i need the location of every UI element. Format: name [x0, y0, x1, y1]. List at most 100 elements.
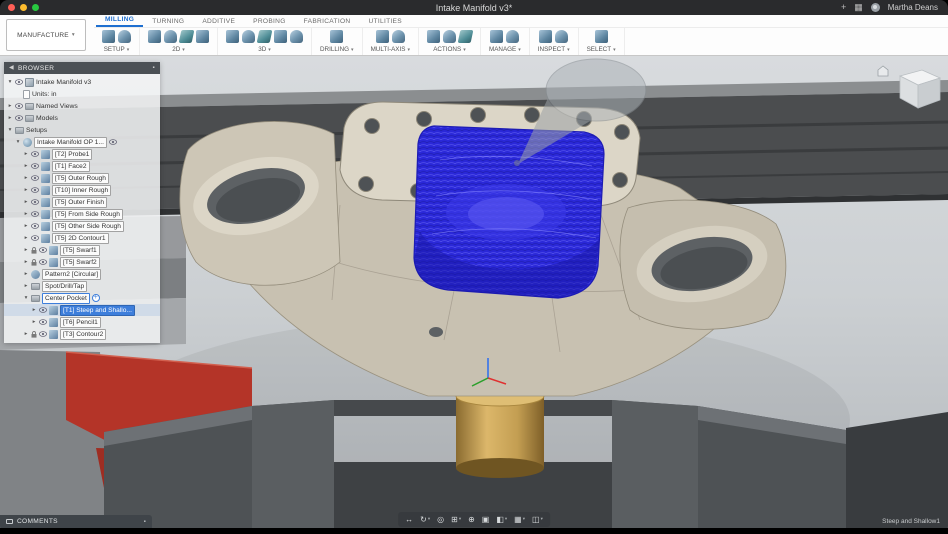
- expand-arrow-icon[interactable]: ▸: [23, 151, 29, 157]
- tab-additive[interactable]: ADDITIVE: [193, 18, 244, 27]
- browser-item-label[interactable]: [T5] Other Side Rough: [52, 221, 124, 232]
- swarf-icon[interactable]: [376, 30, 389, 43]
- tab-probing[interactable]: PROBING: [244, 18, 295, 27]
- close-button[interactable]: [8, 4, 15, 11]
- browser-item-label[interactable]: Setups: [26, 127, 47, 134]
- browser-row[interactable]: ▾Intake Manifold v3: [4, 76, 160, 88]
- expand-arrow-icon[interactable]: ▸: [23, 283, 29, 289]
- group-label-2d[interactable]: 2D▾: [172, 46, 185, 53]
- expand-arrow-icon[interactable]: ▾: [7, 127, 13, 133]
- browser-row[interactable]: ▸ Spot/Drill/Tap: [4, 280, 160, 292]
- post-process-icon[interactable]: [443, 30, 456, 43]
- browser-row[interactable]: ▸[T10] Inner Rough: [4, 184, 160, 196]
- tab-utilities[interactable]: UTILITIES: [359, 18, 410, 27]
- browser-item-label[interactable]: Pattern2 [Circular]: [42, 269, 101, 280]
- browser-row[interactable]: ▸[T5] Outer Finish: [4, 196, 160, 208]
- browser-item-label[interactable]: [T3] Contour2: [60, 329, 106, 340]
- visibility-eye-icon[interactable]: [31, 211, 39, 217]
- orbit-icon[interactable]: ↻▾: [420, 516, 430, 524]
- browser-item-label[interactable]: [T5] 2D Contour1: [52, 233, 109, 244]
- expand-arrow-icon[interactable]: ▸: [31, 319, 37, 325]
- simulate-icon[interactable]: [427, 30, 440, 43]
- tool-library-icon[interactable]: [490, 30, 503, 43]
- user-name[interactable]: Martha Deans: [888, 3, 938, 12]
- minimize-button[interactable]: [20, 4, 27, 11]
- fullscreen-button[interactable]: [32, 4, 39, 11]
- workspace-selector[interactable]: MANUFACTURE ▾: [6, 19, 86, 51]
- browser-item-label[interactable]: Named Views: [36, 103, 78, 110]
- tab-fabrication[interactable]: FABRICATION: [295, 18, 360, 27]
- visibility-eye-icon[interactable]: [31, 151, 39, 157]
- parallel-icon[interactable]: [257, 30, 273, 43]
- riser-cylinder[interactable]: [456, 386, 544, 478]
- browser-row[interactable]: ▸ [T2] Probe1: [4, 148, 160, 160]
- expand-arrow-icon[interactable]: ▸: [7, 103, 13, 109]
- browser-row[interactable]: ▸Models: [4, 112, 160, 124]
- pin-icon[interactable]: ▪: [152, 65, 155, 71]
- look-at-icon[interactable]: ◎: [437, 516, 444, 524]
- drill-icon[interactable]: [330, 30, 343, 43]
- collapse-browser-icon[interactable]: ◀: [9, 65, 14, 71]
- browser-row[interactable]: ▸ Pattern2 [Circular]: [4, 268, 160, 280]
- group-label-drilling[interactable]: DRILLING▾: [320, 46, 354, 53]
- fit-icon[interactable]: ▣: [482, 516, 490, 524]
- grid-settings-icon[interactable]: ▦▾: [514, 516, 525, 524]
- expand-arrow-icon[interactable]: ▾: [15, 139, 21, 145]
- plus-icon[interactable]: +: [841, 3, 846, 12]
- browser-row[interactable]: ▸[T1] Face2: [4, 160, 160, 172]
- expand-arrow-icon[interactable]: ▸: [23, 271, 29, 277]
- browser-item-label[interactable]: Center Pocket: [42, 293, 90, 304]
- visibility-eye-icon[interactable]: [31, 199, 39, 205]
- face-icon[interactable]: [148, 30, 161, 43]
- 2d-pocket-icon[interactable]: [164, 30, 177, 43]
- expand-arrow-icon[interactable]: ▸: [23, 187, 29, 193]
- viewports-icon[interactable]: ◫▾: [532, 516, 543, 524]
- expand-arrow-icon[interactable]: ▸: [23, 211, 29, 217]
- measure-icon[interactable]: [539, 30, 552, 43]
- browser-row[interactable]: ▸[T5] From Side Rough: [4, 208, 160, 220]
- group-label-setup[interactable]: SETUP▾: [104, 46, 130, 53]
- browser-row[interactable]: Units: in: [4, 88, 160, 100]
- browser-item-label[interactable]: [T5] Swarf2: [60, 257, 100, 268]
- browser-item-label[interactable]: [T2] Probe1: [52, 149, 92, 160]
- expand-arrow-icon[interactable]: ▸: [23, 259, 29, 265]
- browser-row[interactable]: ▾Intake Manifold OP 1...: [4, 136, 160, 148]
- pocket-clearing-icon[interactable]: [242, 30, 255, 43]
- visibility-eye-icon[interactable]: [15, 103, 23, 109]
- visibility-eye-icon[interactable]: [31, 175, 39, 181]
- browser-row[interactable]: ▸ Named Views: [4, 100, 160, 112]
- visibility-eye-icon[interactable]: [39, 331, 47, 337]
- multi-axis-contour-icon[interactable]: [392, 30, 405, 43]
- display-settings-icon[interactable]: ◧▾: [496, 516, 507, 524]
- scallop-icon[interactable]: [274, 30, 287, 43]
- tab-turning[interactable]: TURNING: [143, 18, 193, 27]
- browser-row[interactable]: ▾ Setups: [4, 124, 160, 136]
- visibility-eye-icon[interactable]: [15, 115, 23, 121]
- toolpath-region[interactable]: [414, 126, 604, 298]
- machine-slab-right[interactable]: [846, 412, 948, 528]
- group-label-select[interactable]: SELECT▾: [587, 46, 616, 53]
- browser-item-label[interactable]: [T1] Steep and Shallo...: [60, 305, 135, 316]
- browser-row[interactable]: ▸ [T5] 2D Contour1: [4, 232, 160, 244]
- apps-grid-icon[interactable]: ▦: [854, 3, 863, 12]
- browser-item-label[interactable]: [T6] Pencil1: [60, 317, 101, 328]
- visibility-eye-icon[interactable]: [31, 163, 39, 169]
- expand-arrow-icon[interactable]: ▸: [23, 235, 29, 241]
- avatar[interactable]: [871, 3, 880, 12]
- expand-arrow-icon[interactable]: ▸: [23, 331, 29, 337]
- expand-arrow-icon[interactable]: ▾: [23, 295, 29, 301]
- expand-arrow-icon[interactable]: ▸: [23, 247, 29, 253]
- slot-icon[interactable]: [196, 30, 209, 43]
- zoom-window-icon[interactable]: ⊞▾: [451, 516, 461, 524]
- browser-row[interactable]: ▸ [T5] Swarf2: [4, 256, 160, 268]
- browser-item-label[interactable]: [T5] Outer Finish: [52, 197, 107, 208]
- visibility-eye-icon[interactable]: [15, 79, 23, 85]
- browser-item-label[interactable]: [T5] Outer Rough: [52, 173, 109, 184]
- setup-sheet-icon[interactable]: [458, 30, 474, 43]
- group-label-inspect[interactable]: INSPECT▾: [538, 46, 570, 53]
- group-label-manage[interactable]: MANAGE▾: [489, 46, 521, 53]
- browser-item-label[interactable]: Spot/Drill/Tap: [42, 281, 87, 292]
- expand-arrow-icon[interactable]: ▾: [7, 79, 13, 85]
- comments-bar[interactable]: COMMENTS ▪: [0, 515, 152, 528]
- visibility-eye-icon[interactable]: [39, 307, 47, 313]
